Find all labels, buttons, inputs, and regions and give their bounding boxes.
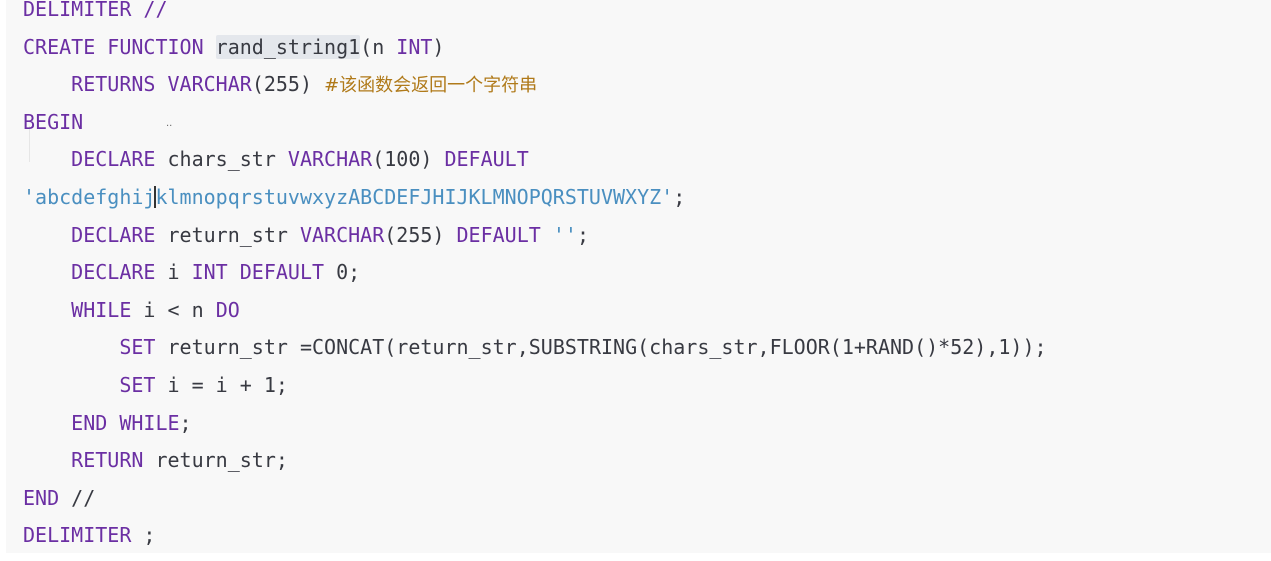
identifier: return_str bbox=[155, 222, 300, 247]
code-line-14: END // bbox=[23, 480, 1047, 518]
keyword: CREATE FUNCTION bbox=[23, 34, 204, 59]
keyword: SET bbox=[119, 335, 156, 360]
identifier: chars_str bbox=[155, 147, 288, 172]
code-text[interactable]: DELIMITER // CREATE FUNCTION rand_string1… bbox=[23, 0, 1047, 555]
type-length: (255) bbox=[384, 222, 457, 247]
code-line-3: RETURNS VARCHAR(255) #该函数会返回一个字符串 bbox=[23, 66, 1047, 104]
punctuation: ; bbox=[673, 184, 686, 209]
type-length: (255) bbox=[251, 72, 325, 97]
keyword: DECLARE bbox=[71, 260, 156, 285]
code-line-10: SET return_str =CONCAT(return_str,SUBSTR… bbox=[23, 329, 1047, 367]
identifier: return_str; bbox=[143, 448, 288, 473]
code-block: DELIMITER // CREATE FUNCTION rand_string1… bbox=[6, 0, 1271, 553]
param-text: (n bbox=[360, 34, 397, 59]
identifier: i bbox=[155, 260, 192, 285]
ellipsis-marker: .. bbox=[166, 118, 173, 129]
function-call: SUBSTRING bbox=[528, 335, 638, 360]
function-call: FLOOR bbox=[769, 335, 830, 360]
arguments: (return_str, bbox=[384, 335, 529, 360]
function-name-highlighted: rand_string1 bbox=[215, 34, 361, 59]
type-keyword: INT bbox=[191, 260, 228, 285]
punctuation: ; bbox=[179, 410, 192, 435]
arguments: ()*52),1)); bbox=[914, 335, 1047, 360]
keyword: DELIMITER // bbox=[23, 0, 168, 21]
comment: #该函数会返回一个字符串 bbox=[324, 75, 538, 97]
code-line-13: RETURN return_str; bbox=[23, 442, 1047, 480]
punctuation: ; bbox=[576, 222, 589, 247]
keyword: END WHILE bbox=[71, 410, 180, 435]
keyword: DEFAULT bbox=[239, 260, 325, 285]
assignment-text: i = i + 1; bbox=[155, 372, 288, 397]
type-length: (100) bbox=[372, 147, 445, 172]
keyword: BEGIN bbox=[23, 109, 84, 134]
keyword: DECLARE bbox=[71, 147, 156, 172]
arguments: (chars_str, bbox=[637, 335, 770, 360]
code-line-15: DELIMITER ; bbox=[23, 517, 1047, 555]
code-line-7: DECLARE return_str VARCHAR(255) DEFAULT … bbox=[23, 217, 1047, 255]
code-line-5: DECLARE chars_str VARCHAR(100) DEFAULT bbox=[23, 141, 1047, 179]
code-line-2: CREATE FUNCTION rand_string1(n INT) bbox=[23, 29, 1047, 67]
string-literal: '' bbox=[552, 222, 577, 247]
type-keyword: VARCHAR bbox=[167, 72, 252, 97]
code-line-11: SET i = i + 1; bbox=[23, 367, 1047, 405]
punctuation: ) bbox=[432, 34, 445, 59]
keyword: DO bbox=[215, 297, 240, 322]
arguments: (1+ bbox=[829, 335, 866, 360]
keyword: INT bbox=[396, 34, 433, 59]
condition-text: i < n bbox=[131, 297, 216, 322]
keyword: DELIMITER bbox=[23, 523, 132, 548]
code-line-12: END WHILE; bbox=[23, 405, 1047, 443]
code-line-4: BEGIN bbox=[23, 104, 1047, 142]
keyword: DEFAULT bbox=[444, 147, 529, 172]
keyword: END bbox=[23, 485, 60, 510]
value-text: 0; bbox=[324, 260, 361, 285]
string-literal-end: klmnopqrstuvwxyzABCDEFJHIJKLMNOPQRSTUVWX… bbox=[155, 184, 674, 209]
function-call: RAND bbox=[865, 335, 915, 360]
string-literal-start: 'abcdefghij bbox=[23, 184, 156, 209]
keyword: RETURNS bbox=[71, 72, 156, 97]
code-line-1: DELIMITER // bbox=[23, 0, 1047, 29]
keyword: SET bbox=[119, 372, 156, 397]
type-keyword: VARCHAR bbox=[299, 222, 385, 247]
code-line-8: DECLARE i INT DEFAULT 0; bbox=[23, 254, 1047, 292]
keyword: RETURN bbox=[71, 448, 144, 473]
delimiter-text: // bbox=[59, 485, 96, 510]
function-call: CONCAT bbox=[312, 335, 385, 360]
keyword: DECLARE bbox=[71, 222, 156, 247]
identifier: return_str = bbox=[155, 335, 312, 360]
code-line-9: WHILE i < n DO bbox=[23, 292, 1047, 330]
keyword: DEFAULT bbox=[456, 222, 541, 247]
type-keyword: VARCHAR bbox=[287, 147, 373, 172]
delimiter-text: ; bbox=[131, 523, 156, 548]
keyword: WHILE bbox=[71, 297, 132, 322]
code-line-6: 'abcdefghijklmnopqrstuvwxyzABCDEFJHIJKLM… bbox=[23, 179, 1047, 217]
